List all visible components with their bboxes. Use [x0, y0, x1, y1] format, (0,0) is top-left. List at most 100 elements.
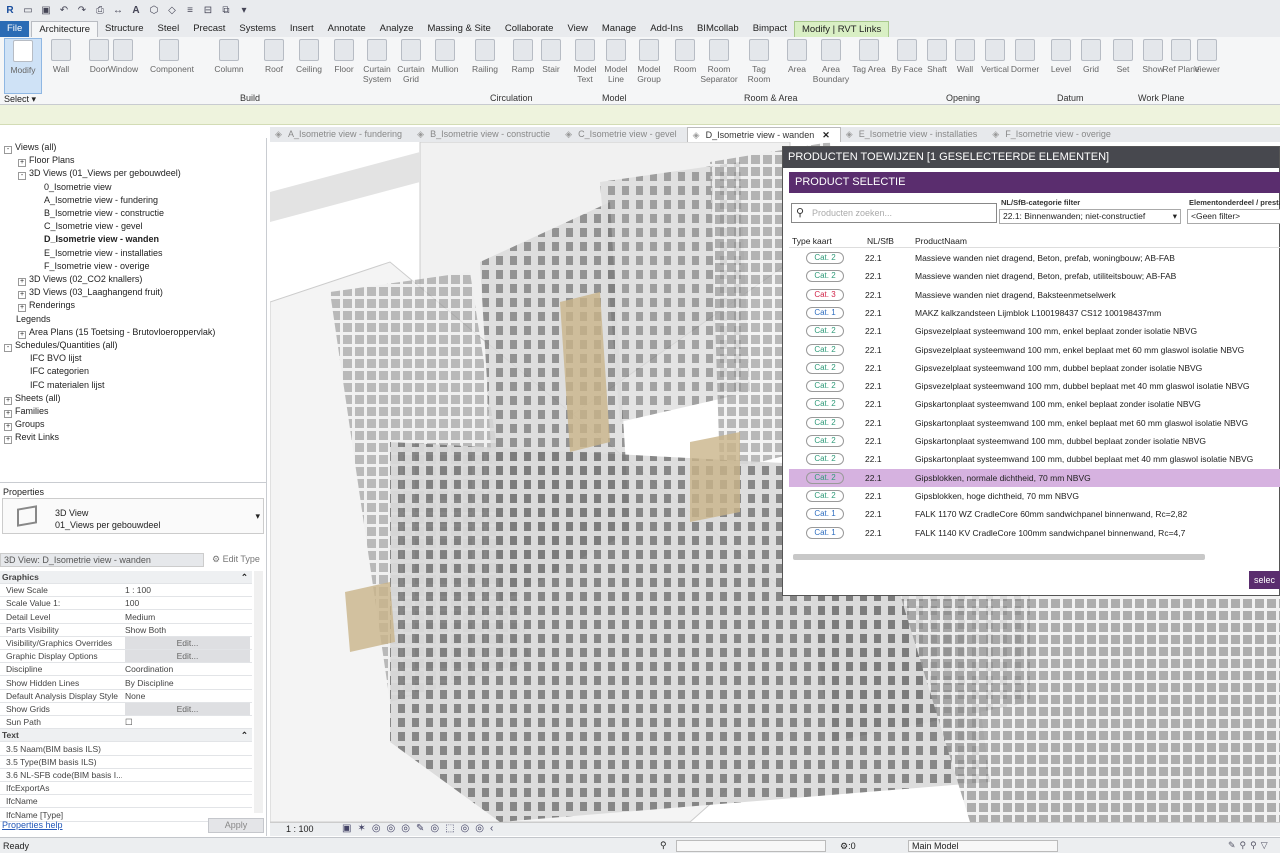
design-option-select[interactable]: Main Model [908, 840, 1058, 852]
select-dropdown[interactable]: Select ▾ [4, 94, 36, 105]
column-header[interactable]: NL/SfB [867, 236, 894, 246]
expand-icon[interactable]: + [18, 330, 26, 339]
thin-lines-icon[interactable]: ≡ [184, 4, 196, 16]
collapse-icon[interactable]: - [4, 146, 12, 154]
collapse-icon[interactable]: ⌃ [241, 729, 248, 741]
browser-node[interactable]: + Groups [4, 419, 45, 432]
tool-area-boundary[interactable]: Area Boundary [812, 38, 850, 84]
view-tab[interactable]: C_Isometrie view - gevel [560, 127, 687, 142]
horizontal-scrollbar[interactable] [793, 554, 1205, 560]
expand-icon[interactable]: + [18, 304, 26, 313]
product-row[interactable]: Cat. 2 22.1 Gipsblokken, normale dichtheid… [789, 468, 1280, 487]
collapse-icon[interactable]: ⌃ [241, 571, 248, 583]
ribbon-tab-collaborate[interactable]: Collaborate [498, 21, 561, 37]
ribbon-tab-precast[interactable]: Precast [186, 21, 232, 37]
ribbon-tab-annotate[interactable]: Annotate [321, 21, 373, 37]
expand-icon[interactable]: + [4, 436, 12, 445]
instance-filter[interactable]: 3D View: D_Isometrie view - wanden [0, 553, 204, 567]
edit-button[interactable]: Edit... [125, 650, 250, 663]
ribbon-tab-systems[interactable]: Systems [232, 21, 282, 37]
selection-toggles-icon[interactable]: ✎⚲⚲▽ [1228, 840, 1272, 851]
tool-model-group[interactable]: Model Group [630, 38, 668, 84]
edit-button[interactable]: Edit... [125, 703, 250, 715]
column-header[interactable]: ProductNaam [915, 236, 967, 246]
collapse-icon[interactable]: - [18, 172, 26, 181]
close-icon[interactable]: ✕ [822, 130, 830, 140]
product-row[interactable]: Cat. 2 22.1 Gipsvezelplaat systeemwand 100… [789, 359, 1280, 377]
browser-node[interactable]: C_Isometrie view - gevel [44, 221, 143, 231]
browser-node[interactable]: D_Isometrie view - wanden [44, 234, 159, 244]
browser-node[interactable]: Legends [16, 314, 51, 324]
expand-icon[interactable]: + [4, 423, 12, 432]
chevron-down-icon[interactable]: ▾ [255, 511, 260, 522]
browser-node[interactable]: 0_Isometrie view [44, 182, 112, 192]
property-section[interactable]: Graphics ⌃ [0, 571, 252, 584]
tool-dormer[interactable]: Dormer [1006, 38, 1044, 74]
ribbon-tab-file[interactable]: File [0, 21, 30, 37]
tool-curtain-system[interactable]: Curtain System [358, 38, 396, 84]
product-row[interactable]: Cat. 3 22.1 Massieve wanden niet dragend, … [789, 286, 1280, 304]
tool-viewer[interactable]: Viewer [1188, 38, 1226, 74]
property-section[interactable]: Text ⌃ [0, 729, 252, 743]
ribbon-tab-bimpact[interactable]: Bimpact [746, 21, 794, 37]
product-row[interactable]: Cat. 2 22.1 Gipsvezelplaat systeemwand 100… [789, 341, 1280, 359]
product-row[interactable]: Cat. 2 22.1 Gipsvezelplaat systeemwand 100… [789, 377, 1280, 395]
tool-window[interactable]: Window [104, 38, 142, 74]
browser-node[interactable]: IFC materialen lijst [30, 380, 105, 390]
expand-icon[interactable]: + [18, 291, 26, 300]
ribbon-tab-massing-site[interactable]: Massing & Site [420, 21, 497, 37]
tool-curtain-grid[interactable]: Curtain Grid [392, 38, 430, 84]
apply-button[interactable]: Apply [208, 818, 264, 833]
expand-icon[interactable]: + [4, 410, 12, 418]
product-row[interactable]: Cat. 1 22.1 MAKZ kalkzandsteen Lijmblok L1… [789, 304, 1280, 322]
browser-node[interactable]: E_Isometrie view - installaties [44, 248, 163, 258]
select-button[interactable]: selec [1249, 571, 1280, 589]
ribbon-tab-view[interactable]: View [560, 21, 594, 37]
tool-tag-room[interactable]: Tag Room [740, 38, 778, 84]
edit-button[interactable]: Edit... [125, 637, 250, 649]
view-scale[interactable]: 1 : 100 [286, 824, 314, 834]
properties-help-link[interactable]: Properties help [2, 820, 63, 830]
switch-windows-icon[interactable]: ⧉ [220, 4, 232, 16]
tool-room[interactable]: Room [666, 38, 704, 74]
view-tab[interactable]: E_Isometrie view - installaties [841, 127, 988, 142]
product-search-input[interactable]: ⚲ Producten zoeken... [791, 203, 997, 223]
tool-roof[interactable]: Roof [255, 38, 293, 74]
view-tab[interactable]: F_Isometrie view - overige [987, 127, 1121, 142]
browser-node[interactable]: - Views (all) [4, 142, 56, 154]
product-row[interactable]: Cat. 2 22.1 Gipsblokken, hoge dichtheid, 7… [789, 487, 1280, 505]
undo-icon[interactable]: ↶ [58, 4, 70, 16]
save-icon[interactable]: ▣ [40, 4, 52, 16]
browser-node[interactable]: F_Isometrie view - overige [44, 261, 150, 271]
nlsfb-filter-select[interactable]: 22.1: Binnenwanden; niet-constructief ▾ [999, 209, 1181, 224]
tool-component[interactable]: Component [150, 38, 194, 74]
browser-node[interactable]: +3D Views (02_CO2 knallers) [18, 274, 142, 286]
section-icon[interactable]: ◇ [166, 4, 178, 16]
type-selector[interactable]: 3D View 01_Views per gebouwdeel ▾ [2, 498, 264, 534]
properties-scrollbar[interactable] [254, 571, 263, 813]
workset-field[interactable] [676, 840, 826, 852]
text-icon[interactable]: A [130, 4, 142, 16]
tool-area[interactable]: Area [778, 38, 816, 74]
browser-node[interactable]: + Area Plans (15 Toetsing - Brutovloeropp… [18, 327, 215, 339]
browser-node[interactable]: IFC categorien [30, 366, 89, 376]
tool-railing[interactable]: Railing [466, 38, 504, 74]
view-tab[interactable]: B_Isometrie view - constructie [412, 127, 560, 142]
product-row[interactable]: Cat. 1 22.1 FALK 1140 KV CradleCore 100mm … [789, 524, 1280, 542]
tool-tag-area[interactable]: Tag Area [850, 38, 888, 74]
customize-qat-icon[interactable]: ▾ [238, 4, 250, 16]
tool-ceiling[interactable]: Ceiling [290, 38, 328, 74]
view-controls-icon[interactable]: ▣✶◎◎◎✎◎⬚◎◎‹ [342, 823, 499, 834]
browser-node[interactable]: + Floor Plans [18, 155, 75, 168]
3d-view-icon[interactable]: ⬡ [148, 4, 160, 16]
browser-node[interactable]: A_Isometrie view - fundering [44, 195, 158, 205]
ribbon-tab-structure[interactable]: Structure [98, 21, 151, 37]
view-tab[interactable]: A_Isometrie view - fundering [270, 127, 412, 142]
browser-node[interactable]: + Renderings [18, 300, 75, 313]
product-row[interactable]: Cat. 2 22.1 Gipskartonplaat systeemwand 10… [789, 414, 1280, 432]
tool-column[interactable]: Column [210, 38, 248, 74]
element-filter-select[interactable]: <Geen filter> [1187, 209, 1280, 224]
ribbon-tab-add-ins[interactable]: Add-Ins [643, 21, 690, 37]
tool-modify[interactable]: Modify [4, 38, 42, 94]
ribbon-tab-architecture[interactable]: Architecture [31, 21, 98, 37]
